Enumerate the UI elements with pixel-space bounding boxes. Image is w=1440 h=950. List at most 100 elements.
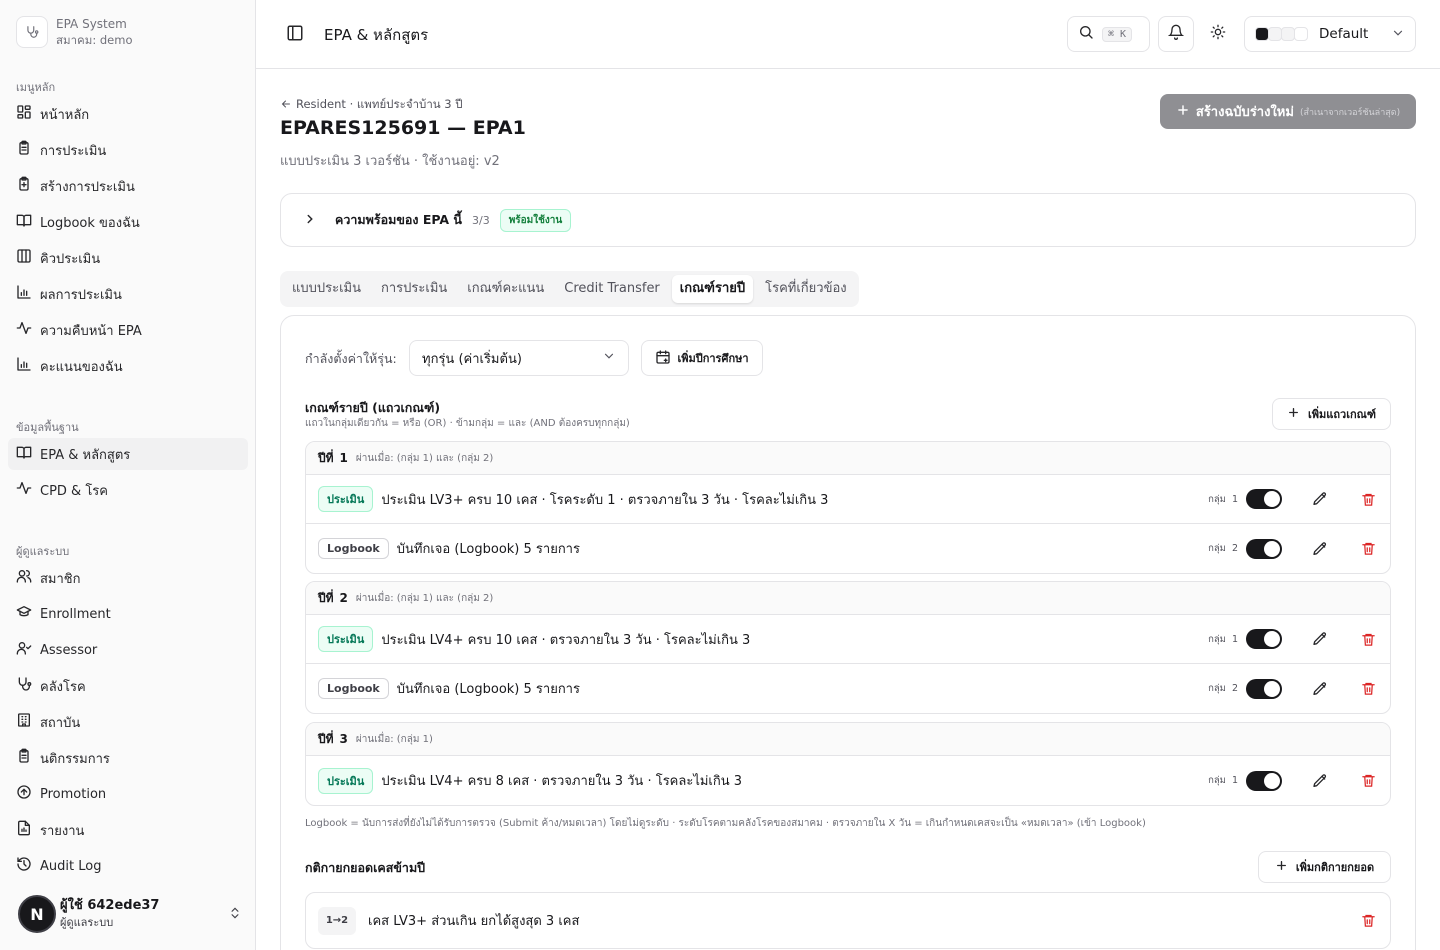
tab-score-criteria[interactable]: เกณฑ์คะแนน: [459, 275, 552, 303]
cohort-select[interactable]: ทุกรุ่น (ค่าเริ่มต้น): [409, 340, 629, 376]
calendar-plus-icon: [655, 349, 671, 368]
year-number: 2: [339, 591, 348, 605]
group-prefix: กลุ่ม: [1208, 543, 1226, 554]
sidebar-item[interactable]: สมาชิก: [8, 562, 248, 594]
sidebar-item[interactable]: การประเมิน: [8, 134, 248, 166]
sidebar-item[interactable]: นติกรรมการ: [8, 742, 248, 774]
rule-text: ประเมิน LV3+ ครบ 10 เคส · โรคระดับ 1 · ต…: [381, 492, 829, 508]
sidebar-item[interactable]: สถาบัน: [8, 706, 248, 738]
add-year-label: เพิ่มปีการศึกษา: [677, 352, 749, 365]
chevron-down-icon: [602, 349, 616, 367]
add-carry-rule-button[interactable]: เพิ่มกติกายกยอด: [1258, 851, 1391, 883]
rule-enabled-toggle[interactable]: [1246, 678, 1282, 699]
group-label: กลุ่ม 1: [1208, 773, 1238, 788]
trash-icon[interactable]: [1358, 489, 1378, 509]
cohort-value: ทุกรุ่น (ค่าเริ่มต้น): [422, 351, 522, 367]
sidebar-item-label: การประเมิน: [40, 143, 107, 159]
add-criteria-row-button[interactable]: เพิ่มแถวเกณฑ์: [1272, 398, 1391, 430]
sidebar-item-label: ความคืบหน้า EPA: [40, 323, 142, 339]
user-check-icon: [16, 640, 32, 660]
add-academic-year-button[interactable]: เพิ่มปีการศึกษา: [641, 340, 763, 376]
trash-icon[interactable]: [1358, 911, 1378, 931]
year-header: ปีที่ 3 ผ่านเมื่อ: (กลุ่ม 1): [306, 723, 1390, 756]
breadcrumb-label: Resident · แพทย์ประจำบ้าน 3 ปี: [296, 97, 463, 111]
trash-icon[interactable]: [1358, 771, 1378, 791]
trash-icon[interactable]: [1358, 539, 1378, 559]
trash-icon[interactable]: [1358, 629, 1378, 649]
group-label: กลุ่ม 2: [1208, 541, 1238, 556]
sidebar-item[interactable]: Promotion: [8, 778, 248, 810]
sidebar-item-label: EPA & หลักสูตร: [40, 447, 131, 463]
sidebar-item[interactable]: CPD & โรค: [8, 474, 248, 506]
sidebar-item[interactable]: ความคืบหน้า EPA: [8, 314, 248, 346]
year-number: 3: [339, 732, 348, 746]
rule-text: บันทึกเจอ (Logbook) 5 รายการ: [396, 542, 580, 557]
sidebar-item[interactable]: Assessor: [8, 634, 248, 666]
tab-related-diseases[interactable]: โรคที่เกี่ยวข้อง: [757, 275, 855, 303]
pencil-icon[interactable]: [1310, 771, 1330, 791]
sidebar-item[interactable]: Logbook ของฉัน: [8, 206, 248, 238]
rule-enabled-toggle[interactable]: [1246, 629, 1282, 649]
sidebar-item[interactable]: หน้าหลัก: [8, 98, 248, 130]
sidebar-item-label: Audit Log: [40, 858, 102, 874]
pencil-icon[interactable]: [1310, 489, 1330, 509]
sidebar-item[interactable]: คะแนนของฉัน: [8, 350, 248, 382]
activity-icon: [16, 480, 32, 500]
group-prefix: กลุ่ม: [1208, 493, 1226, 505]
sidebar-item[interactable]: Enrollment: [8, 598, 248, 630]
history-icon: [16, 856, 32, 876]
search-button[interactable]: ⌘ K: [1067, 16, 1150, 52]
rule-text: ประเมิน LV4+ ครบ 10 เคส · ตรวจภายใน 3 วั…: [381, 632, 751, 648]
theme-toggle-button[interactable]: [1204, 20, 1232, 48]
swatch: [1268, 27, 1282, 41]
tab-assessment[interactable]: การประเมิน: [373, 275, 455, 303]
brand[interactable]: EPA System สมาคม: demo: [16, 16, 132, 48]
yearly-criteria-panel: กำลังตั้งค่าให้รุ่น: ทุกรุ่น (ค่าเริ่มต้…: [280, 315, 1416, 950]
sidebar-item[interactable]: รายงาน: [8, 814, 248, 846]
trash-icon[interactable]: [1358, 679, 1378, 699]
nav-group-master-data: ข้อมูลพื้นฐาน EPA & หลักสูตร CPD & โรค: [8, 418, 248, 510]
carry-section-title: กติกายกยอดเคสข้ามปี: [305, 860, 426, 875]
rule-enabled-toggle[interactable]: [1246, 770, 1282, 791]
tab-credit-transfer[interactable]: Credit Transfer: [556, 275, 668, 303]
sidebar-item[interactable]: EPA & หลักสูตร: [8, 438, 248, 470]
logbook-footnote: Logbook = นับการส่งที่ยังไม่ได้รับการตรว…: [305, 818, 1146, 829]
criteria-row: ประเมิน ประเมิน LV4+ ครบ 10 เคส · ตรวจภาย…: [306, 615, 1390, 664]
criteria-row: ประเมิน ประเมิน LV3+ ครบ 10 เคส · โรคระดั…: [306, 475, 1390, 524]
theme-select[interactable]: Default: [1244, 16, 1416, 52]
readiness-card[interactable]: ความพร้อมของ EPA นี้ 3/3 พร้อมใช้งาน: [280, 193, 1416, 247]
search-icon: [1078, 24, 1094, 44]
rule-type-badge: ประเมิน: [318, 767, 374, 794]
group-number: 1: [1231, 493, 1238, 505]
tab-yearly-criteria[interactable]: เกณฑ์รายปี: [671, 275, 754, 303]
sidebar-item[interactable]: ผลการประเมิน: [8, 278, 248, 310]
year-label: ปีที่: [318, 731, 334, 746]
sidebar-item[interactable]: คลังโรค: [8, 670, 248, 702]
sun-icon: [1210, 24, 1226, 44]
pencil-icon[interactable]: [1310, 629, 1330, 649]
user-menu[interactable]: N ผู้ใช้ 642ede37 ผู้ดูแลระบบ: [18, 894, 242, 934]
pencil-icon[interactable]: [1310, 679, 1330, 699]
sidebar-item[interactable]: คิวประเมิน: [8, 242, 248, 274]
criteria-row: ประเมิน ประเมิน LV4+ ครบ 8 เคส · ตรวจภายใ…: [306, 756, 1390, 805]
notifications-button[interactable]: [1158, 16, 1194, 52]
pencil-icon[interactable]: [1310, 539, 1330, 559]
group-label: กลุ่ม 1: [1208, 492, 1238, 507]
clipboard-icon: [16, 140, 32, 160]
chevron-down-icon: [1391, 25, 1405, 44]
create-draft-button[interactable]: สร้างฉบับร่างใหม่ (สำเนาจากเวอร์ชันล่าสุ…: [1160, 94, 1416, 129]
rule-enabled-toggle[interactable]: [1246, 489, 1282, 509]
sidebar-item[interactable]: สร้างการประเมิน: [8, 170, 248, 202]
sidebar-item[interactable]: Audit Log: [8, 850, 248, 882]
rule-enabled-toggle[interactable]: [1246, 538, 1282, 559]
nav-heading: เมนูหลัก: [16, 81, 56, 94]
tab-form[interactable]: แบบประเมิน: [284, 275, 369, 303]
criteria-section-title: เกณฑ์รายปี (แถวเกณฑ์): [305, 400, 441, 415]
rule-type-badge: Logbook: [318, 538, 389, 559]
nav-heading: ข้อมูลพื้นฐาน: [16, 421, 79, 434]
user-name: ผู้ใช้ 642ede37: [60, 898, 160, 913]
carry-rule-text: เคส LV3+ ส่วนเกิน ยกได้สูงสุด 3 เคส: [368, 914, 580, 929]
criteria-row: Logbook บันทึกเจอ (Logbook) 5 รายการ กลุ่ม…: [306, 524, 1390, 573]
sidebar-toggle-icon[interactable]: [286, 24, 304, 46]
breadcrumb[interactable]: Resident · แพทย์ประจำบ้าน 3 ปี: [280, 96, 463, 114]
